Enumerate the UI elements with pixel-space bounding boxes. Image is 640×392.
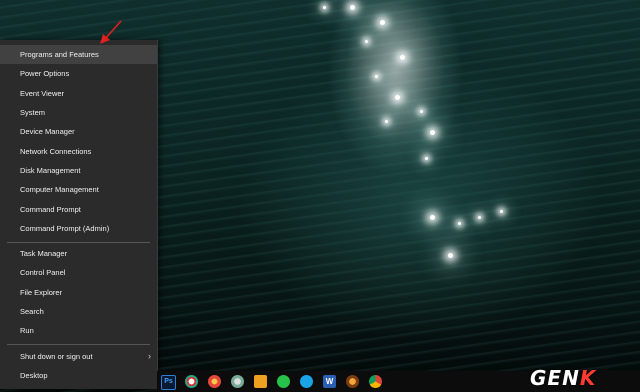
menu-item-task-manager[interactable]: Task Manager [0, 244, 157, 263]
word-icon[interactable]: W [323, 375, 336, 388]
water-sparkle [323, 6, 326, 9]
water-sparkle [500, 210, 503, 213]
chevron-right-icon: › [148, 351, 151, 361]
media-icon[interactable] [208, 375, 221, 388]
water-sparkle [385, 120, 388, 123]
menu-item-run[interactable]: Run [0, 321, 157, 340]
menu-item-disk-management[interactable]: Disk Management [0, 161, 157, 180]
chrome-icon[interactable] [369, 375, 382, 388]
water-sparkle [448, 253, 453, 258]
water-sparkle [430, 130, 435, 135]
water-sparkle [375, 75, 378, 78]
water-sparkle [350, 5, 355, 10]
menu-item-command-prompt[interactable]: Command Prompt [0, 200, 157, 219]
watermark-accent: K [579, 366, 597, 390]
menu-item-device-manager[interactable]: Device Manager [0, 122, 157, 141]
genk-watermark: GENK [530, 366, 596, 390]
water-sparkle [430, 215, 435, 220]
water-sparkle [478, 216, 481, 219]
whatsapp-icon[interactable] [277, 375, 290, 388]
music-icon[interactable] [346, 375, 359, 388]
water-sparkle [395, 95, 400, 100]
water-sparkle [458, 222, 461, 225]
menu-item-event-viewer[interactable]: Event Viewer [0, 84, 157, 103]
menu-item-file-explorer[interactable]: File Explorer [0, 283, 157, 302]
word-label: W [325, 377, 334, 386]
water-sparkle [400, 55, 405, 60]
menu-item-system[interactable]: System [0, 103, 157, 122]
photoshop-icon[interactable]: Ps [161, 375, 176, 390]
menu-item-power-options[interactable]: Power Options [0, 64, 157, 83]
menu-item-computer-management[interactable]: Computer Management [0, 180, 157, 199]
menu-separator [7, 344, 150, 345]
menu-item-label: Shut down or sign out [20, 352, 93, 361]
menu-item-shut-down-or-sign-out[interactable]: Shut down or sign out › [0, 347, 157, 366]
menu-item-desktop[interactable]: Desktop [0, 366, 157, 385]
messenger-icon[interactable] [300, 375, 313, 388]
recycle-icon[interactable] [231, 375, 244, 388]
watermark-text: GEN [530, 366, 580, 390]
menu-separator [7, 242, 150, 243]
menu-item-command-prompt-admin[interactable]: Command Prompt (Admin) [0, 219, 157, 238]
menu-item-network-connections[interactable]: Network Connections [0, 142, 157, 161]
photoshop-label: Ps [164, 378, 173, 385]
red-arrow-annotation [100, 20, 122, 44]
menu-item-search[interactable]: Search [0, 302, 157, 321]
menu-item-control-panel[interactable]: Control Panel [0, 263, 157, 282]
water-sparkle [420, 110, 423, 113]
winx-context-menu: Programs and Features Power Options Even… [0, 40, 158, 389]
water-sparkle [425, 157, 428, 160]
water-sparkle [365, 40, 368, 43]
water-sparkle [380, 20, 385, 25]
chrome-app-icon[interactable] [185, 375, 198, 388]
menu-item-programs-and-features[interactable]: Programs and Features [0, 45, 157, 64]
player-icon[interactable] [254, 375, 267, 388]
